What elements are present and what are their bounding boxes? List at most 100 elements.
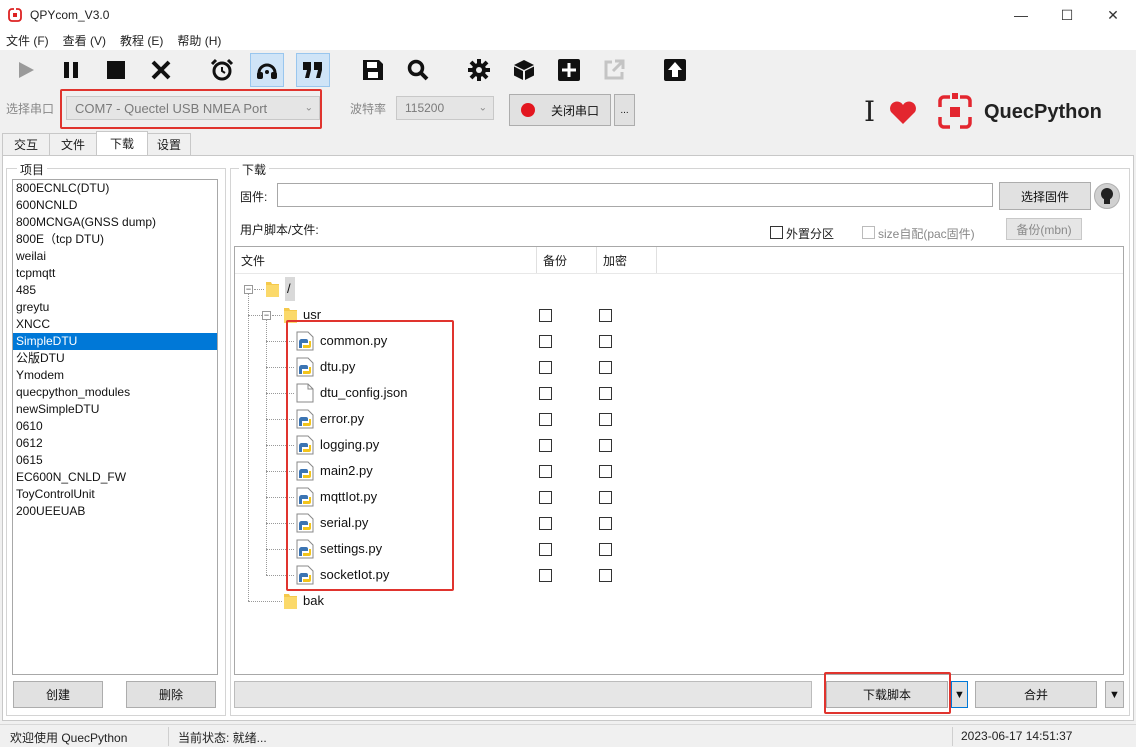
ext-partition-checkbox[interactable] xyxy=(770,226,783,239)
list-item[interactable]: Ymodem xyxy=(13,367,217,384)
tree-line xyxy=(248,601,282,602)
project-list[interactable]: 800ECNLC(DTU) 600NCNLD 800MCNGA(GNSS dum… xyxy=(12,179,218,675)
backup-checkbox[interactable] xyxy=(539,387,552,400)
more-button[interactable]: ... xyxy=(614,94,635,126)
encrypt-checkbox[interactable] xyxy=(599,517,612,530)
search-icon[interactable] xyxy=(401,53,435,87)
title-bar: QPYcom_V3.0 xyxy=(0,0,1136,30)
plus-icon[interactable] xyxy=(552,53,586,87)
list-item[interactable]: 800MCNGA(GNSS dump) xyxy=(13,214,217,231)
backup-checkbox[interactable] xyxy=(539,335,552,348)
list-item[interactable]: greytu xyxy=(13,299,217,316)
tab-interact[interactable]: 交互 xyxy=(2,133,50,155)
lightbulb-icon[interactable] xyxy=(1094,183,1120,209)
column-backup[interactable]: 备份 xyxy=(537,247,597,273)
user-files-label: 用户脚本/文件: xyxy=(240,223,319,237)
backup-checkbox[interactable] xyxy=(539,309,552,322)
list-item[interactable]: XNCC xyxy=(13,316,217,333)
alarm-clock-icon[interactable] xyxy=(205,53,239,87)
backup-checkbox[interactable] xyxy=(539,569,552,582)
external-link-icon[interactable] xyxy=(597,53,631,87)
close-window-button[interactable]: ✕ xyxy=(1090,0,1136,30)
menu-view[interactable]: 查看 (V) xyxy=(63,32,106,49)
list-item[interactable]: ToyControlUnit xyxy=(13,486,217,503)
encrypt-checkbox[interactable] xyxy=(599,543,612,556)
list-item[interactable]: 800E（tcp DTU) xyxy=(13,231,217,248)
list-item-selected[interactable]: SimpleDTU xyxy=(13,333,217,350)
play-icon[interactable] xyxy=(9,53,43,87)
encrypt-checkbox[interactable] xyxy=(599,413,612,426)
tree-row-root[interactable]: − / xyxy=(235,276,1123,302)
maximize-button[interactable]: ☐ xyxy=(1044,0,1090,30)
list-item[interactable]: EC600N_CNLD_FW xyxy=(13,469,217,486)
backup-checkbox[interactable] xyxy=(539,439,552,452)
gear-icon[interactable] xyxy=(462,53,496,87)
highlight-port-box xyxy=(60,89,322,129)
menu-help[interactable]: 帮助 (H) xyxy=(177,32,221,49)
column-encrypt[interactable]: 加密 xyxy=(597,247,657,273)
list-item[interactable]: 0615 xyxy=(13,452,217,469)
encrypt-checkbox[interactable] xyxy=(599,361,612,374)
cube-icon[interactable] xyxy=(507,53,541,87)
upload-icon[interactable] xyxy=(658,53,692,87)
header-divider xyxy=(235,273,1123,274)
welcome-text: 欢迎使用 QuecPython xyxy=(10,731,128,745)
list-item[interactable]: newSimpleDTU xyxy=(13,401,217,418)
minimize-button[interactable]: — xyxy=(998,0,1044,30)
download-dropdown-button[interactable]: ▼ xyxy=(951,681,968,708)
list-item[interactable]: 485 xyxy=(13,282,217,299)
headset-icon[interactable] xyxy=(250,53,284,87)
backup-checkbox[interactable] xyxy=(539,413,552,426)
encrypt-checkbox[interactable] xyxy=(599,387,612,400)
tab-download[interactable]: 下载 xyxy=(96,131,148,155)
list-item[interactable]: weilai xyxy=(13,248,217,265)
create-button[interactable]: 创建 xyxy=(13,681,103,708)
delete-button[interactable]: 删除 xyxy=(126,681,216,708)
column-file[interactable]: 文件 xyxy=(235,247,537,273)
list-item[interactable]: 0610 xyxy=(13,418,217,435)
collapse-icon[interactable]: − xyxy=(262,311,271,320)
encrypt-checkbox[interactable] xyxy=(599,439,612,452)
close-port-label: 关闭串口 xyxy=(550,103,599,118)
firmware-input[interactable] xyxy=(277,183,993,207)
tab-settings[interactable]: 设置 xyxy=(147,133,191,155)
encrypt-checkbox[interactable] xyxy=(599,491,612,504)
quote-icon[interactable] xyxy=(296,53,330,87)
pause-icon[interactable] xyxy=(54,53,88,87)
record-dot-icon xyxy=(520,103,535,117)
menu-file[interactable]: 文件 (F) xyxy=(6,32,49,49)
backup-mbn-button[interactable]: 备份(mbn) xyxy=(1006,218,1082,240)
tree-row-bak[interactable]: bak xyxy=(235,588,1123,614)
merge-dropdown-button[interactable]: ▼ xyxy=(1105,681,1124,708)
stop-icon[interactable] xyxy=(99,53,133,87)
select-firmware-button[interactable]: 选择固件 xyxy=(999,182,1091,210)
list-item[interactable]: 公版DTU xyxy=(13,350,217,367)
list-item[interactable]: quecpython_modules xyxy=(13,384,217,401)
list-item[interactable]: tcpmqtt xyxy=(13,265,217,282)
list-item[interactable]: 600NCNLD xyxy=(13,197,217,214)
backup-checkbox[interactable] xyxy=(539,465,552,478)
window-title: QPYcom_V3.0 xyxy=(30,8,110,22)
backup-checkbox[interactable] xyxy=(539,361,552,374)
encrypt-checkbox[interactable] xyxy=(599,335,612,348)
tab-files[interactable]: 文件 xyxy=(49,133,97,155)
encrypt-checkbox[interactable] xyxy=(599,465,612,478)
list-item[interactable]: 800ECNLC(DTU) xyxy=(13,180,217,197)
list-item[interactable]: 200UEEUAB xyxy=(13,503,217,520)
close-port-button[interactable]: 关闭串口 xyxy=(509,94,611,126)
baud-rate-select[interactable]: 115200 ⌄ xyxy=(396,96,494,120)
backup-checkbox[interactable] xyxy=(539,491,552,504)
size-auto-checkbox[interactable] xyxy=(862,226,875,239)
backup-checkbox[interactable] xyxy=(539,517,552,530)
encrypt-checkbox[interactable] xyxy=(599,569,612,582)
merge-button[interactable]: 合并 xyxy=(975,681,1097,708)
chevron-down-icon: ⌄ xyxy=(478,102,487,114)
app-icon xyxy=(8,8,22,22)
backup-checkbox[interactable] xyxy=(539,543,552,556)
collapse-icon[interactable]: − xyxy=(244,285,253,294)
list-item[interactable]: 0612 xyxy=(13,435,217,452)
menu-tutorial[interactable]: 教程 (E) xyxy=(120,32,163,49)
save-icon[interactable] xyxy=(356,53,390,87)
close-icon[interactable] xyxy=(144,53,178,87)
encrypt-checkbox[interactable] xyxy=(599,309,612,322)
